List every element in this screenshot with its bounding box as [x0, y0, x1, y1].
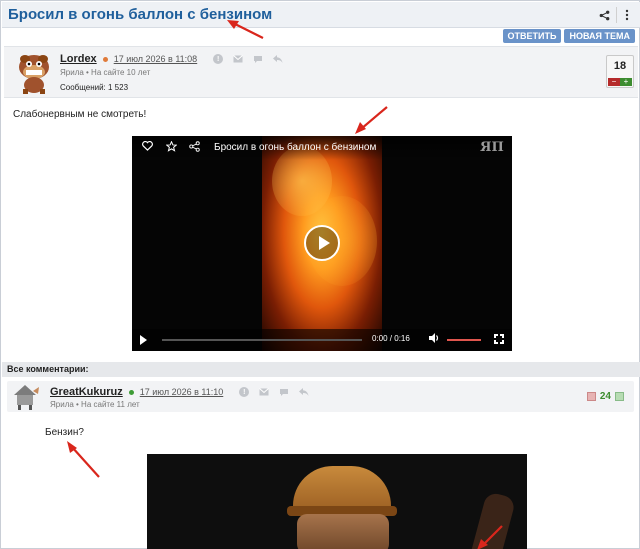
star-icon[interactable]	[164, 140, 178, 155]
rating-plus-button[interactable]	[615, 392, 624, 401]
reply-button[interactable]: ОТВЕТИТЬ	[502, 29, 562, 43]
info-icon[interactable]: !	[239, 387, 250, 397]
share-icon[interactable]	[596, 7, 612, 23]
comment-text: Бензин?	[45, 427, 84, 438]
comment-header: GreatKukuruz 17 июл 2026 в 11:10 ! Ярила…	[7, 381, 634, 412]
play-icon[interactable]	[140, 335, 147, 345]
post-author-name[interactable]: Lordex	[60, 53, 97, 65]
title-actions	[596, 7, 632, 23]
comment-meta-actions: !	[239, 387, 309, 397]
info-icon[interactable]: !	[213, 54, 224, 64]
post-message-count: Сообщений: 1 523	[60, 83, 129, 92]
post-text: Слабонервным не смотреть!	[13, 109, 147, 120]
kebab-menu-icon[interactable]	[616, 7, 632, 23]
reply-icon[interactable]	[299, 387, 309, 397]
comment-rating: 24	[586, 391, 624, 402]
video-top-bar: Бросил в огонь баллон с бензином	[132, 136, 512, 160]
topic-title-bar: Бросил в огонь баллон с бензином	[2, 2, 640, 28]
quote-icon[interactable]	[279, 387, 289, 397]
comment-score: 24	[599, 391, 611, 402]
mail-icon[interactable]	[233, 54, 244, 64]
comment-author-meta: Ярила • На сайте 11 лет	[50, 400, 140, 409]
status-dot	[128, 389, 134, 395]
video-time: 0:00 / 0:16	[372, 334, 410, 343]
rating-minus-button[interactable]: −	[608, 78, 620, 86]
volume-icon[interactable]	[429, 333, 440, 346]
comments-title: Все комментарии:	[7, 364, 89, 374]
image-face	[297, 514, 389, 549]
post-date[interactable]: 17 июл 2026 в 11:08	[114, 54, 198, 64]
avatar[interactable]	[10, 381, 40, 411]
watermark-logo: ЯП	[480, 140, 504, 155]
post-meta-actions: !	[213, 54, 283, 64]
video-controls: 0:00 / 0:16	[132, 329, 512, 351]
heart-icon[interactable]	[140, 140, 154, 155]
avatar[interactable]	[11, 49, 57, 95]
rating-minus-button[interactable]	[586, 392, 596, 401]
comment-author-line: GreatKukuruz 17 июл 2026 в 11:10 !	[50, 386, 309, 398]
comment-date[interactable]: 17 июл 2026 в 11:10	[140, 387, 224, 397]
page-frame: Бросил в огонь баллон с бензином ОТВЕТИТ…	[0, 0, 640, 549]
rating-value: 18	[613, 60, 627, 72]
comment-author-name[interactable]: GreatKukuruz	[50, 386, 123, 398]
image-hand	[471, 491, 517, 549]
comments-header: Все комментарии:	[2, 362, 640, 377]
post-rating: 18 − +	[606, 55, 634, 88]
progress-bar[interactable]	[162, 339, 362, 341]
play-button[interactable]	[304, 225, 340, 261]
rating-plus-button[interactable]: +	[620, 78, 632, 86]
share-icon[interactable]	[187, 141, 201, 155]
post-author-meta: Ярила • На сайте 10 лет	[60, 68, 151, 77]
topic-actions: ОТВЕТИТЬ НОВАЯ ТЕМА	[502, 29, 635, 43]
quote-icon[interactable]	[253, 54, 263, 64]
mail-icon[interactable]	[259, 387, 270, 397]
reply-icon[interactable]	[273, 54, 283, 64]
post-header: Lordex 17 июл 2026 в 11:08 ! Ярила • На …	[4, 46, 638, 98]
volume-slider[interactable]	[447, 339, 481, 341]
video-title[interactable]: Бросил в огонь баллон с бензином	[214, 142, 376, 153]
fullscreen-icon[interactable]	[493, 333, 505, 345]
status-dot	[102, 56, 108, 62]
post-author-line: Lordex 17 июл 2026 в 11:08 !	[60, 53, 283, 65]
video-player[interactable]: Бросил в огонь баллон с бензином ЯП 0:00…	[132, 136, 512, 351]
topic-title[interactable]: Бросил в огонь баллон с бензином	[8, 6, 272, 23]
new-topic-button[interactable]: НОВАЯ ТЕМА	[564, 29, 635, 43]
comment-image[interactable]	[147, 454, 527, 549]
